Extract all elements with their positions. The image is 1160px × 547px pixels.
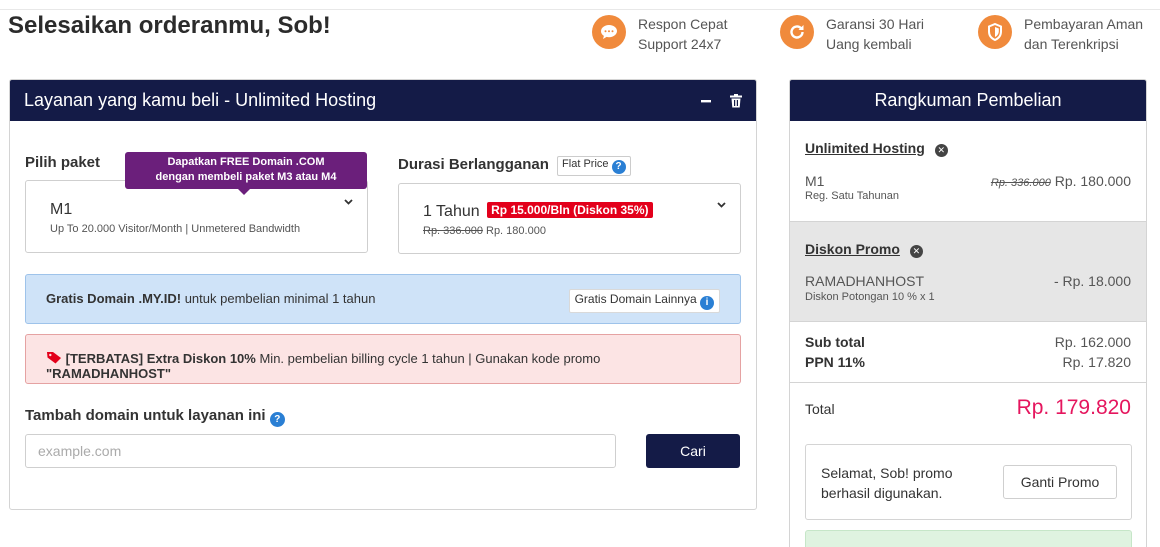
chat-icon: [592, 15, 626, 49]
service-panel-title: Layanan yang kamu beli - Unlimited Hosti…: [24, 90, 377, 110]
flat-price-text: Flat Price: [562, 158, 609, 170]
product-price-row: Rp. 336.000 Rp. 180.000: [991, 173, 1131, 189]
duration-label: Durasi Berlangganan Flat Price ?: [398, 156, 631, 176]
question-icon: ?: [611, 159, 626, 174]
refresh-icon: [780, 15, 814, 49]
delete-button[interactable]: [730, 93, 742, 108]
subtotal-label: Sub total: [805, 334, 865, 350]
promo-amount: - Rp. 18.000: [1053, 273, 1131, 289]
add-domain-label: Tambah domain untuk layanan ini ?: [25, 407, 285, 427]
flat-price-badge[interactable]: Flat Price ?: [557, 156, 631, 176]
package-name: M1: [50, 201, 73, 218]
service-panel-header: Layanan yang kamu beli - Unlimited Hosti…: [10, 80, 756, 121]
top-divider: [0, 9, 1160, 10]
promo-code-name: RAMADHANHOST: [805, 273, 925, 289]
subtotal-value: Rp. 162.000: [1054, 334, 1131, 350]
summary-promo: Diskon Promo ✕ RAMADHANHOST - Rp. 18.000 …: [790, 221, 1146, 322]
promo-desc: Diskon Potongan 10 % x 1: [805, 291, 935, 303]
other-free-domains-label: Gratis Domain Lainnya: [574, 292, 697, 306]
duration-label-text: Durasi Berlangganan: [398, 156, 549, 173]
total-divider: [790, 382, 1146, 383]
product-name: M1: [805, 173, 825, 189]
feature-security-line2: dan Terenkripsi: [1024, 36, 1119, 52]
promo-success-box: Selamat, Sob! promo berhasil digunakan. …: [805, 444, 1132, 520]
feature-support-line1: Respon Cepat: [638, 16, 728, 32]
total-label: Total: [805, 401, 835, 417]
discount-badge: Rp 15.000/Bln (Diskon 35%): [487, 202, 653, 218]
promo-alert: [TERBATAS] Extra Diskon 10% Min. pembeli…: [25, 334, 741, 384]
duration-price: Rp. 180.000: [486, 225, 546, 237]
promo-rest: Min. pembelian billing cycle 1 tahun | G…: [255, 351, 601, 366]
tax-label: PPN 11%: [805, 354, 865, 370]
promo-code: "RAMADHANHOST": [46, 366, 171, 381]
duration-select[interactable]: 1 Tahun Rp 15.000/Bln (Diskon 35%) Rp. 3…: [398, 183, 741, 254]
product-price: Rp. 180.000: [1054, 173, 1131, 189]
feature-security-line1: Pembayaran Aman: [1024, 16, 1144, 32]
info-bold: Gratis Domain .MY.ID!: [46, 291, 182, 306]
promo-title-text: Diskon Promo: [805, 241, 900, 257]
summary-header: Rangkuman Pembelian: [790, 80, 1146, 121]
package-desc: Up To 20.000 Visitor/Month | Unmetered B…: [50, 223, 301, 235]
feature-support: Respon Cepat Support 24x7: [592, 14, 728, 54]
product-old-price: Rp. 336.000: [990, 177, 1051, 189]
help-icon[interactable]: ?: [269, 412, 285, 427]
feature-guarantee-line2: Uang kembali: [826, 36, 912, 52]
tag-icon: [47, 352, 61, 364]
remove-promo-icon[interactable]: ✕: [909, 245, 923, 258]
feature-guarantee-line1: Garansi 30 Hari: [826, 16, 925, 32]
feature-support-line2: Support 24x7: [638, 36, 722, 52]
free-domain-tooltip: Dapatkan FREE Domain .COM dengan membeli…: [125, 152, 367, 195]
search-domain-button[interactable]: Cari: [646, 434, 740, 468]
other-free-domains-button[interactable]: Gratis Domain Lainnya i: [568, 289, 720, 313]
remove-product-icon[interactable]: ✕: [934, 144, 948, 157]
promo-title: Diskon Promo ✕: [805, 241, 923, 258]
page-title: Selesaikan orderanmu, Sob!: [8, 12, 331, 39]
trash-icon: [730, 93, 742, 107]
product-title: Unlimited Hosting ✕: [805, 140, 948, 157]
success-notice: [805, 530, 1132, 547]
duration-old-price: Rp. 336.000: [423, 225, 483, 237]
tax-value: Rp. 17.820: [1062, 354, 1132, 370]
free-domain-info: Gratis Domain .MY.ID! untuk pembelian mi…: [25, 274, 741, 324]
change-promo-button[interactable]: Ganti Promo: [1003, 465, 1117, 499]
tooltip-line2: dengan membeli paket M3 atau M4: [155, 171, 337, 183]
info-rest: untuk pembelian minimal 1 tahun: [181, 291, 376, 306]
package-label: Pilih paket: [25, 154, 101, 171]
tooltip-line1: Dapatkan FREE Domain .COM: [167, 156, 325, 168]
chevron-down-icon: [717, 202, 726, 208]
domain-search-input[interactable]: [25, 434, 616, 468]
product-desc: Reg. Satu Tahunan: [805, 190, 899, 202]
info-icon: i: [700, 295, 714, 310]
promo-bold: [TERBATAS] Extra Diskon 10%: [65, 351, 256, 366]
total-value: Rp. 179.820: [1016, 396, 1131, 419]
add-domain-label-text: Tambah domain untuk layanan ini: [25, 407, 266, 424]
feature-guarantee: Garansi 30 Hari Uang kembali: [780, 14, 924, 54]
summary-panel: Rangkuman Pembelian Unlimited Hosting ✕ M…: [789, 79, 1147, 547]
collapse-button[interactable]: [700, 95, 712, 107]
minus-icon: [701, 99, 711, 102]
package-select[interactable]: M1 Up To 20.000 Visitor/Month | Unmetere…: [25, 180, 368, 253]
chevron-down-icon: [344, 199, 353, 205]
feature-security: Pembayaran Aman dan Terenkripsi: [978, 14, 1143, 54]
product-title-text: Unlimited Hosting: [805, 140, 925, 156]
duration-value: 1 Tahun: [423, 203, 480, 220]
summary-product: Unlimited Hosting ✕ M1 Rp. 336.000 Rp. 18…: [790, 121, 1146, 221]
shield-icon: [978, 15, 1012, 49]
promo-msg-line2: berhasil digunakan.: [821, 485, 943, 501]
promo-msg-line1: Selamat, Sob! promo: [821, 465, 953, 481]
